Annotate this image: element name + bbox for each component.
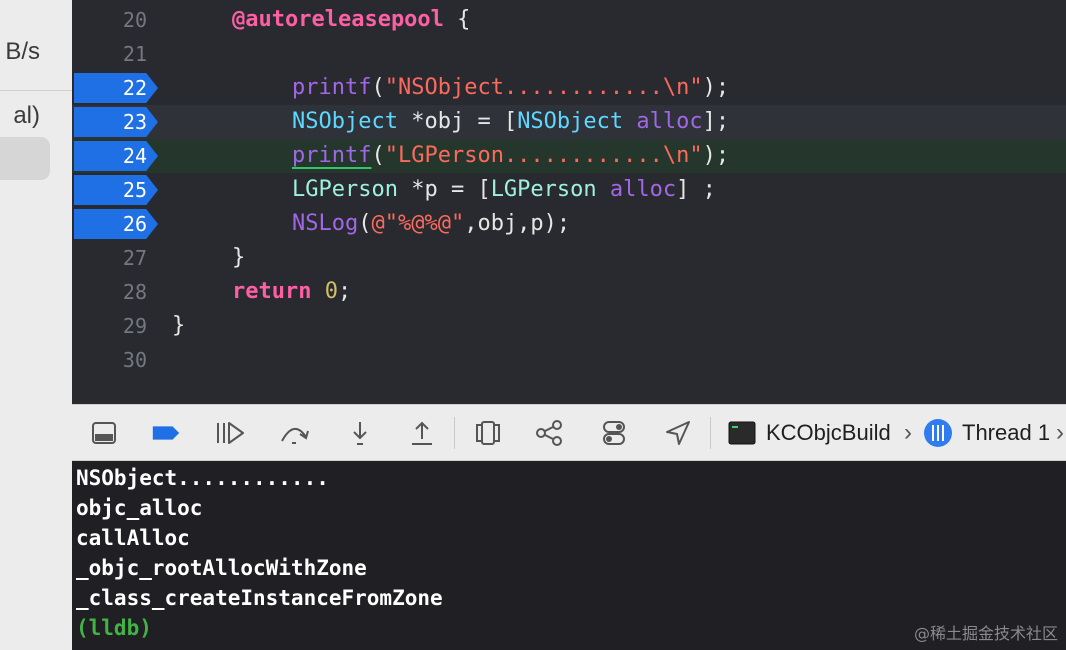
view-hierarchy-icon[interactable] <box>472 417 504 449</box>
terminal-target-icon <box>726 417 758 449</box>
code-line: 22 printf("NSObject............\n"); <box>72 71 1066 105</box>
sidebar-row: B/s <box>0 38 72 68</box>
code-line-current: 23 NSObject *obj = [NSObject alloc]; <box>72 105 1066 139</box>
chevron-right-icon: › <box>1056 419 1064 446</box>
console-line: NSObject............ <box>76 466 329 490</box>
console-line: objc_alloc <box>76 496 203 520</box>
lldb-prompt[interactable]: (lldb) <box>76 613 152 643</box>
code-text: *p = [ <box>397 177 491 202</box>
code-method: alloc <box>609 177 677 202</box>
console-line: _class_createInstanceFromZone <box>76 586 443 610</box>
thread-icon <box>922 417 954 449</box>
console-toggle-icon[interactable] <box>88 417 120 449</box>
line-number: 28 <box>122 280 147 304</box>
line-number: 26 <box>122 212 147 236</box>
code-text: ; <box>337 279 352 304</box>
code-text: ( <box>371 75 385 100</box>
code-method: alloc <box>636 109 703 134</box>
code-text: ]; <box>702 109 730 134</box>
breakpoints-toggle-icon[interactable] <box>150 417 182 449</box>
code-string: @"%@%@" <box>371 211 465 236</box>
chevron-right-icon: › <box>904 419 912 446</box>
console-line: _objc_rootAllocWithZone <box>76 556 367 580</box>
code-line: 26 NSLog(@"%@%@",obj,p); <box>72 207 1066 241</box>
code-line: 27 } <box>72 241 1066 275</box>
line-number: 29 <box>122 314 147 338</box>
code-line: 25 LGPerson *p = [LGPerson alloc] ; <box>72 173 1066 207</box>
watermark: @稀土掘金技术社区 <box>913 624 1058 643</box>
target-label[interactable]: KCObjcBuild <box>766 418 891 448</box>
code-line: 30 <box>72 343 1066 377</box>
source-editor[interactable]: 20 @autoreleasepool { 21 22 printf("NSOb… <box>72 0 1066 404</box>
code-text: } <box>172 313 186 338</box>
code-function: NSLog <box>292 211 359 236</box>
code-line-highlighted: 24 printf("LGPerson............\n"); <box>72 139 1066 173</box>
code-keyword: return <box>232 279 312 304</box>
line-number: 24 <box>122 144 147 168</box>
code-line: 21 <box>72 37 1066 71</box>
code-keyword: @autoreleasepool <box>232 7 444 32</box>
code-text: ( <box>358 211 372 236</box>
line-number: 27 <box>122 246 147 270</box>
toolbar-divider <box>454 417 455 449</box>
code-type: NSObject <box>517 109 624 134</box>
line-number: 25 <box>122 178 147 202</box>
code-text: ] ; <box>676 177 716 202</box>
code-type: NSObject <box>292 109 398 134</box>
line-number: 20 <box>122 8 147 32</box>
sidebar-divider <box>0 90 72 91</box>
code-text: ( <box>371 143 385 168</box>
code-line: 29 } <box>72 309 1066 343</box>
debug-console[interactable]: NSObject............ objc_alloc callAllo… <box>72 461 1066 650</box>
debug-bar: KCObjcBuild › Thread 1 › <box>72 404 1066 461</box>
navigator-sidebar: B/s al) <box>0 0 72 650</box>
console-line: callAlloc <box>76 526 190 550</box>
code-class: LGPerson <box>292 177 398 202</box>
code-function: printf <box>292 75 372 100</box>
step-into-icon[interactable] <box>344 417 376 449</box>
code-text: *obj = [ <box>397 109 518 134</box>
line-number: 22 <box>122 76 147 100</box>
line-number: 21 <box>122 42 147 66</box>
code-text: ,obj,p); <box>464 211 571 236</box>
continue-icon[interactable] <box>214 417 246 449</box>
memory-graph-icon[interactable] <box>534 417 566 449</box>
sidebar-row-text: al) <box>13 102 40 129</box>
code-function: printf <box>292 143 372 168</box>
line-number: 30 <box>122 348 147 372</box>
code-text: ); <box>702 143 730 168</box>
code-string: "LGPerson............\n" <box>384 143 703 168</box>
code-string: "NSObject............\n" <box>384 75 703 100</box>
step-over-icon[interactable] <box>278 417 310 449</box>
code-text: } <box>232 245 246 270</box>
code-line: 28 return 0; <box>72 275 1066 309</box>
code-text: ); <box>702 75 730 100</box>
sidebar-selected-row[interactable] <box>0 137 50 180</box>
code-line: 20 @autoreleasepool { <box>72 3 1066 37</box>
sidebar-row-text: B/s <box>5 38 40 65</box>
line-number: 23 <box>122 110 147 134</box>
thread-label[interactable]: Thread 1 <box>962 418 1050 448</box>
environment-overrides-icon[interactable] <box>598 417 630 449</box>
sidebar-row: al) <box>0 102 72 132</box>
code-class: LGPerson <box>490 177 597 202</box>
step-out-icon[interactable] <box>406 417 438 449</box>
code-text: { <box>443 7 471 32</box>
simulate-location-icon[interactable] <box>662 417 694 449</box>
code-number: 0 <box>324 279 338 304</box>
toolbar-divider <box>710 417 711 449</box>
